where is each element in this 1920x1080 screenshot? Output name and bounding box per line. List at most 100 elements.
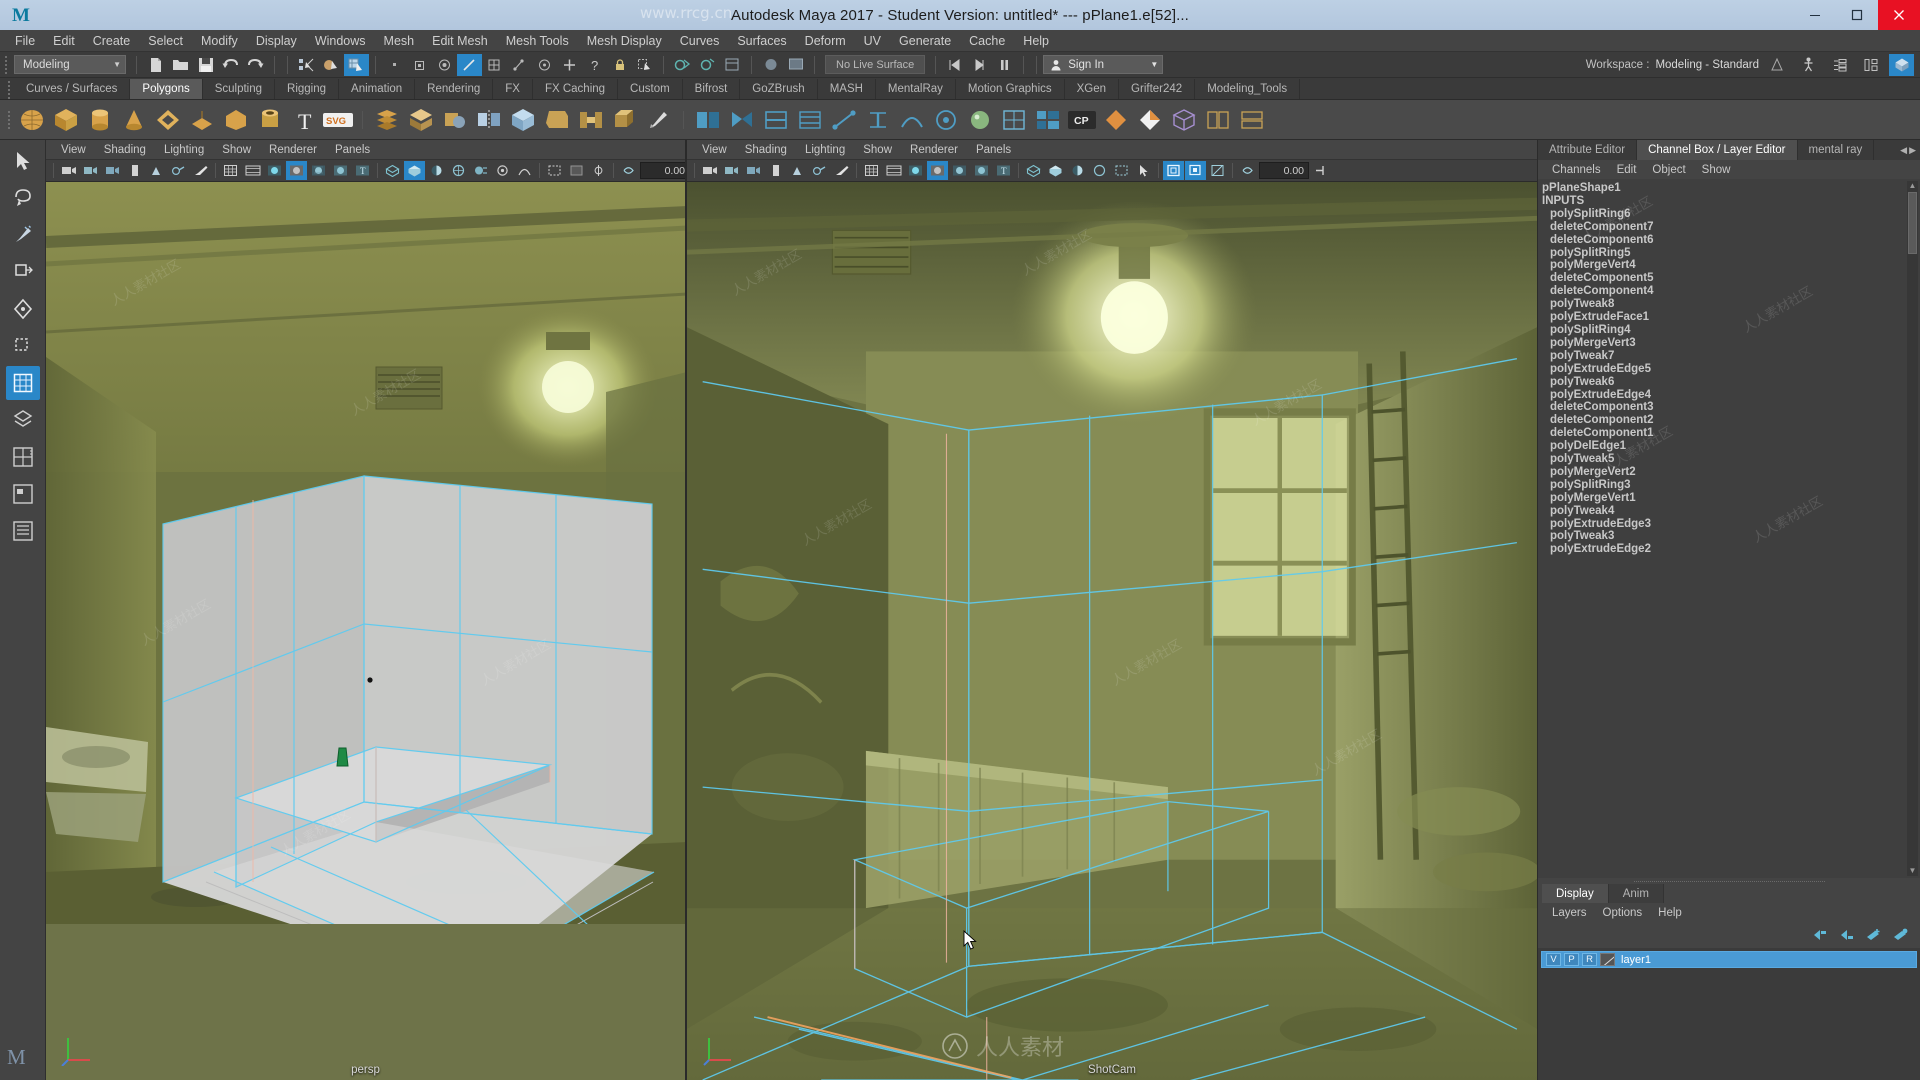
grid-toggle-icon[interactable]	[220, 161, 241, 180]
vp2-view-transform-icon[interactable]	[1237, 161, 1258, 180]
vp2-image-plane-icon[interactable]	[765, 161, 786, 180]
live-surface-field[interactable]: No Live Surface	[825, 55, 926, 74]
tab-attribute-editor[interactable]: Attribute Editor	[1538, 140, 1638, 160]
camera-attributes-icon[interactable]	[80, 161, 101, 180]
workspace-rigging-icon[interactable]	[1796, 54, 1821, 76]
scroll-up-icon[interactable]: ▲	[1909, 181, 1917, 191]
exposure-icon[interactable]	[492, 161, 513, 180]
wireframe-shading-icon[interactable]	[264, 161, 285, 180]
poly-prism-icon[interactable]	[220, 104, 252, 136]
tab-channel-box-layer-editor[interactable]: Channel Box / Layer Editor	[1637, 140, 1798, 160]
menu-generate[interactable]: Generate	[890, 32, 960, 50]
cb-input-1[interactable]: deleteComponent7	[1538, 221, 1920, 234]
cb-menu-object[interactable]: Object	[1644, 163, 1693, 177]
cb-input-14[interactable]: polyExtrudeEdge4	[1538, 389, 1920, 402]
last-tool-button[interactable]	[5, 366, 40, 400]
cb-input-0[interactable]: polySplitRing6	[1538, 208, 1920, 221]
four-view-layout-button[interactable]	[6, 440, 40, 474]
undo-icon[interactable]	[218, 54, 243, 76]
vp2-menu-lighting[interactable]: Lighting	[796, 143, 854, 157]
shelf-tab-sculpting[interactable]: Sculpting	[203, 79, 276, 99]
cb-input-2[interactable]: deleteComponent6	[1538, 234, 1920, 247]
pencil-icon[interactable]	[190, 161, 211, 180]
menu-deform[interactable]: Deform	[796, 32, 855, 50]
crease-tool-icon[interactable]	[896, 104, 928, 136]
xray-icon[interactable]	[566, 161, 587, 180]
vp2-textured-shading-icon[interactable]	[949, 161, 970, 180]
poly-torus-icon[interactable]	[152, 104, 184, 136]
vp-menu-shading[interactable]: Shading	[95, 143, 155, 157]
shelf-tab-grifter242[interactable]: Grifter242	[1119, 79, 1196, 99]
shelf-tab-motion-graphics[interactable]: Motion Graphics	[956, 79, 1065, 99]
sign-in-button[interactable]: Sign In ▼	[1043, 55, 1164, 74]
use-default-material-icon[interactable]	[330, 161, 351, 180]
layer-name[interactable]: layer1	[1621, 954, 1651, 966]
extrude-icon[interactable]	[609, 104, 641, 136]
poly-cone-icon[interactable]	[118, 104, 150, 136]
vp2-use-default-material-icon[interactable]	[971, 161, 992, 180]
snap-point-icon[interactable]	[557, 54, 582, 76]
paint-tool-icon[interactable]	[643, 104, 675, 136]
poly-cube-icon[interactable]	[50, 104, 82, 136]
vp2-isolate-select-icon[interactable]	[1163, 161, 1184, 180]
split-layout-icon[interactable]	[1236, 104, 1268, 136]
mirror-icon[interactable]	[473, 104, 505, 136]
cb-menu-show[interactable]: Show	[1694, 163, 1739, 177]
menu-uv[interactable]: UV	[855, 32, 890, 50]
new-layer-icon[interactable]	[1865, 928, 1883, 942]
target-weld-icon[interactable]	[726, 104, 758, 136]
shelf-tab-rigging[interactable]: Rigging	[275, 79, 340, 99]
two-d-pan-zoom-icon[interactable]	[146, 161, 167, 180]
cb-input-26[interactable]: polyExtrudeEdge2	[1538, 543, 1920, 556]
cb-input-23[interactable]: polyTweak4	[1538, 505, 1920, 518]
shelf-tab-curves-surfaces[interactable]: Curves / Surfaces	[14, 79, 131, 99]
menu-mesh[interactable]: Mesh	[375, 32, 424, 50]
viewport-shotcam-canvas[interactable]: 人人素材社区 人人素材社区 人人素材社区 人人素材社区 人人素材社区 人人素材社…	[687, 182, 1537, 1080]
component-vertex-face-icon[interactable]	[507, 54, 532, 76]
vp2-menu-shading[interactable]: Shading	[736, 143, 796, 157]
menu-display[interactable]: Display	[247, 32, 306, 50]
new-layer-from-selection-icon[interactable]	[1892, 928, 1910, 942]
component-handle-icon[interactable]	[382, 54, 407, 76]
shelf-tab-gozbrush[interactable]: GoZBrush	[740, 79, 818, 99]
component-points-icon[interactable]	[407, 54, 432, 76]
tab-scroll-arrows[interactable]: ◀ ▶	[1896, 140, 1920, 160]
cb-input-7[interactable]: polyTweak8	[1538, 298, 1920, 311]
poly-plane-icon[interactable]	[186, 104, 218, 136]
menu-file[interactable]: File	[6, 32, 44, 50]
workspace-modeling-icon[interactable]	[1765, 54, 1790, 76]
poly-text-icon[interactable]: T	[288, 104, 320, 136]
camera-bookmarks-icon[interactable]	[102, 161, 123, 180]
vp-menu-renderer[interactable]: Renderer	[260, 143, 326, 157]
shadows-icon[interactable]	[404, 161, 425, 180]
cb-input-3[interactable]: polySplitRing5	[1538, 247, 1920, 260]
menu-cache[interactable]: Cache	[960, 32, 1014, 50]
ambient-occlusion-icon[interactable]	[426, 161, 447, 180]
grid-uv-icon[interactable]	[1032, 104, 1064, 136]
maximize-button[interactable]	[1836, 0, 1878, 30]
offset-edge-loop-icon[interactable]	[794, 104, 826, 136]
viewport-numeric-field[interactable]: 0.00	[640, 162, 685, 179]
cb-input-8[interactable]: polyExtrudeFace1	[1538, 311, 1920, 324]
menu-set-selector[interactable]: Modeling ▼	[14, 55, 126, 74]
component-faces-icon[interactable]	[432, 54, 457, 76]
cb-input-11[interactable]: polyTweak7	[1538, 350, 1920, 363]
close-button[interactable]	[1878, 0, 1920, 30]
menu-modify[interactable]: Modify	[192, 32, 247, 50]
cb-input-20[interactable]: polyMergeVert2	[1538, 466, 1920, 479]
cb-input-13[interactable]: polyTweak6	[1538, 376, 1920, 389]
vp2-pencil-icon[interactable]	[831, 161, 852, 180]
layer-menu-layers[interactable]: Layers	[1544, 906, 1595, 920]
redo-icon[interactable]	[243, 54, 268, 76]
poly-wire-cube-icon[interactable]	[1168, 104, 1200, 136]
move-tool-button[interactable]	[6, 255, 40, 289]
menu-mesh-display[interactable]: Mesh Display	[578, 32, 671, 50]
layer-reference-toggle[interactable]: R	[1582, 953, 1597, 966]
connect-icon[interactable]	[828, 104, 860, 136]
vp2-menu-view[interactable]: View	[693, 143, 736, 157]
cb-input-5[interactable]: deleteComponent5	[1538, 272, 1920, 285]
vp2-xray-joints-icon[interactable]	[1207, 161, 1228, 180]
vp2-menu-panels[interactable]: Panels	[967, 143, 1020, 157]
vp-menu-panels[interactable]: Panels	[326, 143, 379, 157]
playback-step-back-icon[interactable]	[967, 54, 992, 76]
